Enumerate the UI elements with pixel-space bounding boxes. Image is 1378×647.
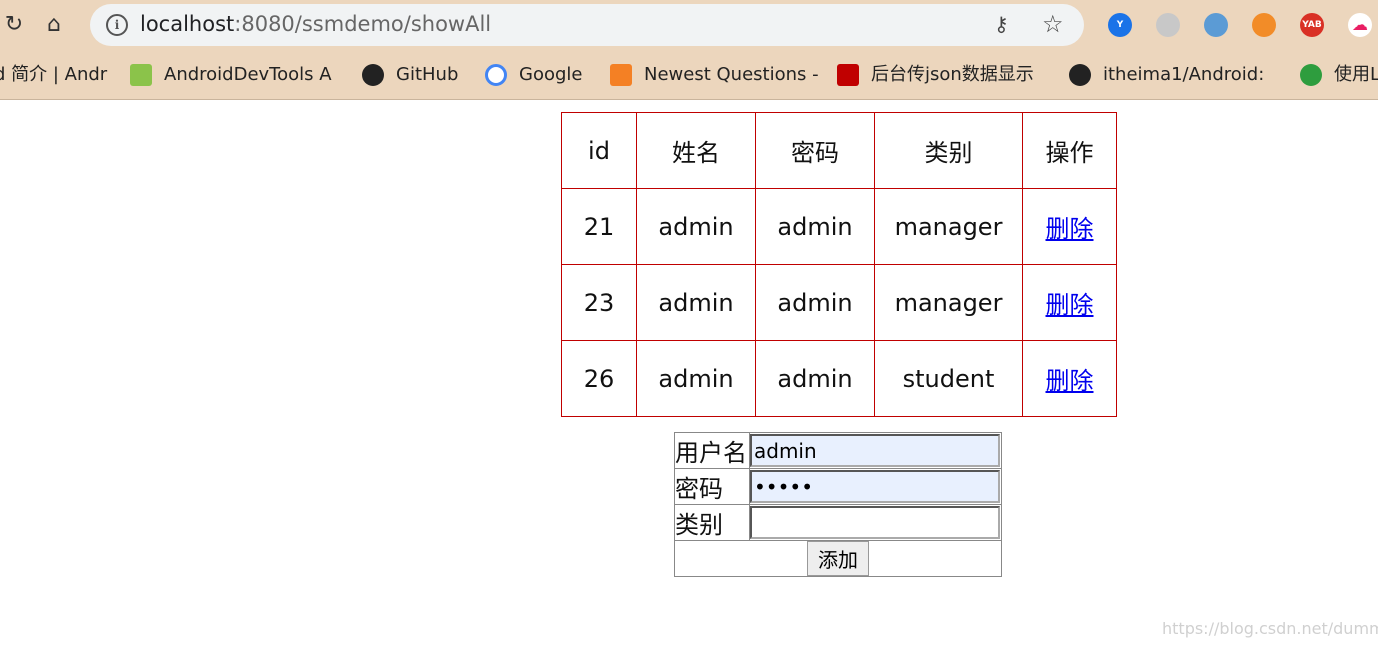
- cell-action: 删除: [1022, 340, 1117, 417]
- bookmark-item[interactable]: 使用L: [1300, 62, 1378, 88]
- username-label: 用户名: [674, 432, 750, 469]
- delete-link[interactable]: 删除: [1046, 215, 1094, 243]
- cloud-ext-icon[interactable]: ☁: [1348, 13, 1372, 37]
- bookmark-label: Google: [519, 64, 583, 85]
- type-input[interactable]: [750, 506, 1000, 539]
- key-icon[interactable]: ⚷: [994, 12, 1009, 36]
- cell-id: 21: [561, 188, 637, 265]
- table-row: 26 admin admin student 删除: [561, 340, 1117, 417]
- csdn-icon: [837, 64, 859, 86]
- password-cell: [749, 468, 1002, 505]
- url-text[interactable]: localhost:8080/ssmdemo/showAll: [140, 12, 491, 36]
- orange-ext-icon[interactable]: [1252, 13, 1276, 37]
- github-icon: [1069, 64, 1091, 86]
- bookmark-label: d 简介 | Andr: [0, 64, 108, 85]
- cell-type: manager: [874, 264, 1023, 341]
- bookmark-item[interactable]: 后台传json数据显示: [837, 62, 1034, 88]
- c-icon: [1300, 64, 1322, 86]
- google-icon: [485, 64, 507, 86]
- header-type: 类别: [874, 112, 1023, 189]
- cell-name: admin: [636, 264, 756, 341]
- cell-id: 26: [561, 340, 637, 417]
- cell-password: admin: [755, 188, 875, 265]
- yab-ext-icon[interactable]: YAB: [1300, 13, 1324, 37]
- type-label: 类别: [674, 504, 750, 541]
- android-devtools-icon: [130, 64, 152, 86]
- password-input[interactable]: [750, 470, 1000, 503]
- table-row: 23 admin admin manager 删除: [561, 264, 1117, 341]
- cell-action: 删除: [1022, 264, 1117, 341]
- add-user-form: 用户名 密码 类别 添加: [674, 432, 1002, 577]
- header-action: 操作: [1022, 112, 1117, 189]
- bookmark-label: GitHub: [396, 64, 459, 85]
- table-row: 21 admin admin manager 删除: [561, 188, 1117, 265]
- header-password: 密码: [755, 112, 875, 189]
- bookmark-label: 后台传json数据显示: [871, 64, 1034, 85]
- address-bar[interactable]: i localhost:8080/ssmdemo/showAll ⚷ ☆: [90, 4, 1084, 46]
- bookmark-item[interactable]: d 简介 | Andr: [0, 62, 107, 88]
- bookmark-label: 使用L: [1334, 64, 1378, 85]
- bookmark-item[interactable]: Google: [485, 62, 582, 88]
- bookmark-item[interactable]: itheima1/Android:: [1069, 62, 1264, 88]
- reload-icon[interactable]: ↻: [0, 10, 28, 40]
- cell-name: admin: [636, 188, 756, 265]
- table-header-row: id 姓名 密码 类别 操作: [561, 112, 1117, 189]
- bookmark-item[interactable]: AndroidDevTools A: [130, 62, 332, 88]
- password-label: 密码: [674, 468, 750, 505]
- bookmark-label: AndroidDevTools A: [164, 64, 332, 85]
- url-path: :8080/ssmdemo/showAll: [234, 12, 492, 36]
- bookmark-item[interactable]: GitHub: [362, 62, 458, 88]
- form-row-password: 密码: [674, 468, 1002, 505]
- cell-type: student: [874, 340, 1023, 417]
- cell-action: 删除: [1022, 188, 1117, 265]
- users-table: id 姓名 密码 类别 操作 21 admin admin manager 删除…: [561, 112, 1117, 417]
- stackoverflow-icon: [610, 64, 632, 86]
- cell-name: admin: [636, 340, 756, 417]
- type-cell: [749, 504, 1002, 541]
- header-id: id: [561, 112, 637, 189]
- watermark: https://blog.csdn.net/dummyo: [1162, 619, 1378, 638]
- add-button[interactable]: 添加: [807, 541, 869, 576]
- username-cell: [749, 432, 1002, 469]
- header-name: 姓名: [636, 112, 756, 189]
- form-row-submit: 添加: [674, 540, 1002, 577]
- bookmark-label: itheima1/Android:: [1103, 64, 1265, 85]
- bookmarks-bar: d 简介 | Andr AndroidDevTools A GitHub Google…: [0, 52, 1378, 100]
- form-row-type: 类别: [674, 504, 1002, 541]
- url-host: localhost: [140, 12, 235, 36]
- submit-cell: 添加: [674, 540, 1002, 577]
- delete-link[interactable]: 删除: [1046, 291, 1094, 319]
- yunzhi-ext-icon[interactable]: Y: [1108, 13, 1132, 37]
- browser-toolbar: ↻ ⌂ i localhost:8080/ssmdemo/showAll ⚷ ☆…: [0, 0, 1378, 52]
- delete-link[interactable]: 删除: [1046, 367, 1094, 395]
- bookmark-star-icon[interactable]: ☆: [1042, 10, 1064, 38]
- site-info-icon[interactable]: i: [106, 14, 128, 36]
- cell-type: manager: [874, 188, 1023, 265]
- github-icon: [362, 64, 384, 86]
- home-icon[interactable]: ⌂: [40, 10, 68, 40]
- username-input[interactable]: [750, 434, 1000, 467]
- sitemap-ext-icon[interactable]: [1156, 13, 1180, 37]
- bookmark-label: Newest Questions -: [644, 64, 819, 85]
- cell-password: admin: [755, 340, 875, 417]
- bookmark-item[interactable]: Newest Questions -: [610, 62, 819, 88]
- browser-ext-icon[interactable]: [1204, 13, 1228, 37]
- cell-password: admin: [755, 264, 875, 341]
- form-row-username: 用户名: [674, 432, 1002, 469]
- cell-id: 23: [561, 264, 637, 341]
